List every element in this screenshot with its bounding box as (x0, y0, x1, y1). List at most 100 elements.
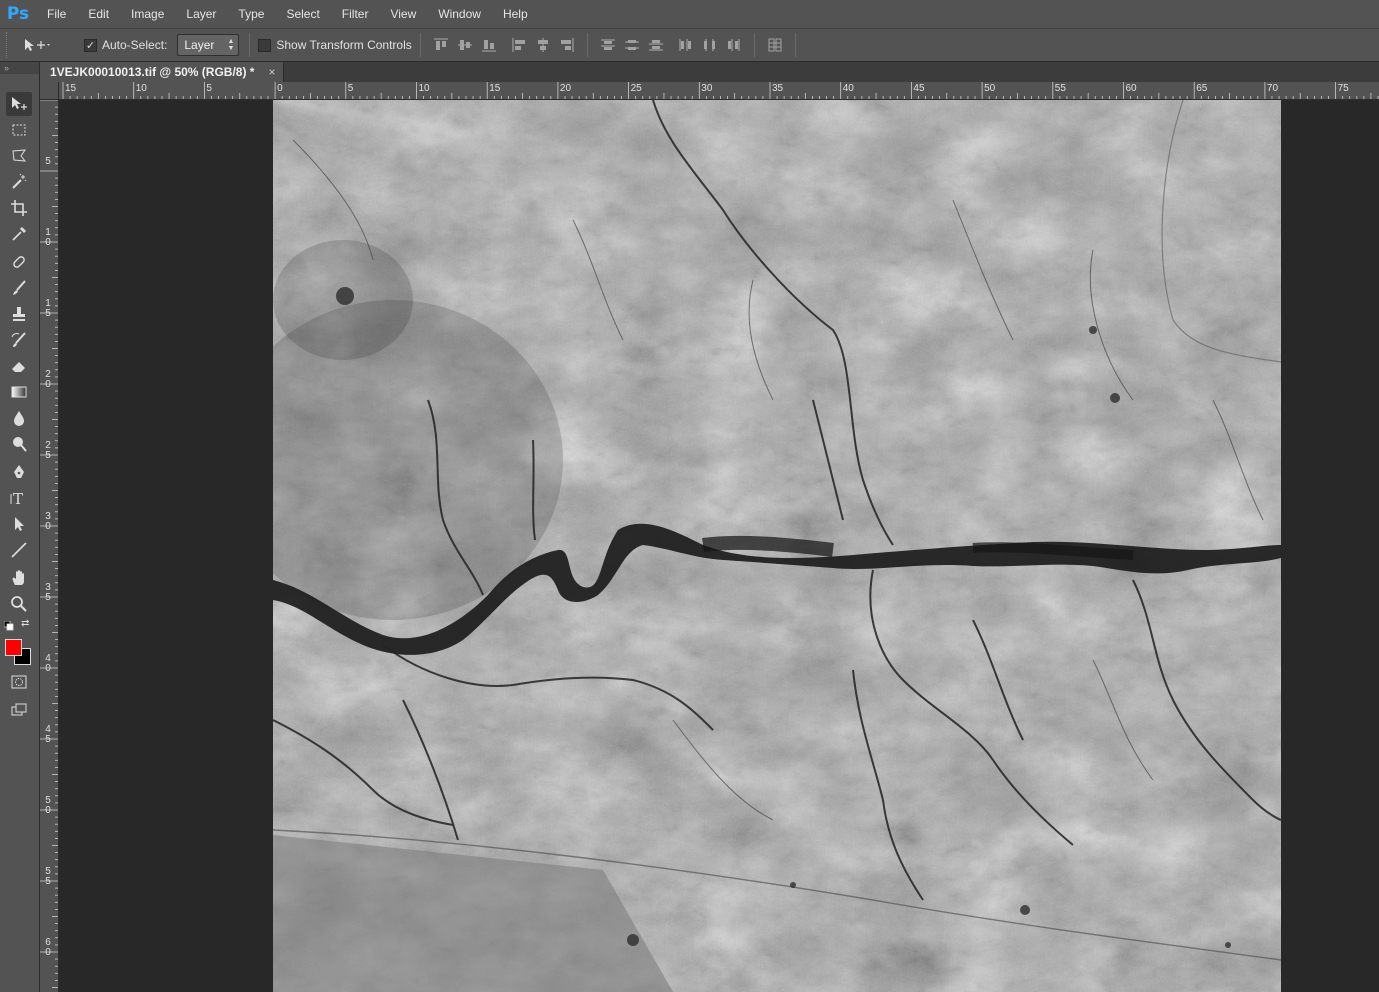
ruler-label: 40 (45, 653, 51, 674)
ruler-label: 15 (489, 83, 501, 94)
auto-select-checkbox[interactable]: ✓ (84, 38, 97, 52)
menu-edit[interactable]: Edit (77, 0, 120, 28)
move-icon[interactable] (6, 92, 32, 116)
distribute-bottom-edges-icon[interactable] (644, 34, 668, 56)
healing-brush-icon[interactable] (6, 250, 32, 274)
tools-panel: » T ⇄ (0, 62, 40, 992)
menu-help[interactable]: Help (492, 0, 539, 28)
path-selection-icon[interactable] (6, 512, 32, 536)
screen-mode-icon[interactable] (6, 698, 32, 722)
vertical-ruler[interactable]: 5 10 15 20 25 30 35 40 45 50 55 60 (40, 100, 59, 992)
options-divider (586, 33, 588, 57)
move-tool-preset-icon (25, 39, 50, 51)
align-left-edges-icon[interactable] (507, 34, 531, 56)
ruler-label: 30 (701, 83, 713, 94)
ruler-label: 10 (45, 227, 51, 248)
hand-icon[interactable] (6, 566, 32, 590)
ruler-label: 45 (45, 724, 51, 745)
magic-wand-icon[interactable] (6, 170, 32, 194)
ruler-label: 5 (206, 83, 212, 94)
ruler-label: 35 (772, 83, 784, 94)
blur-icon[interactable] (6, 406, 32, 430)
brush-icon[interactable] (6, 276, 32, 300)
type-icon[interactable]: T (6, 486, 32, 510)
ruler-label: 55 (45, 866, 51, 887)
auto-align-layers-icon[interactable] (763, 34, 787, 56)
document-tab-title: 1VEJK00010013.tif @ 50% (RGB/8) * (50, 65, 255, 79)
options-divider (249, 33, 251, 57)
ruler-label: 65 (1196, 83, 1208, 94)
history-brush-icon[interactable] (6, 328, 32, 352)
auto-select-target-dropdown[interactable]: Layer ▲ ▼ (177, 34, 240, 56)
distribute-right-edges-icon[interactable] (722, 34, 746, 56)
crop-icon[interactable] (6, 196, 32, 220)
align-right-edges-icon[interactable] (555, 34, 579, 56)
menu-select[interactable]: Select (275, 0, 330, 28)
ruler-label: 20 (559, 83, 572, 94)
ruler-label: 70 (1266, 83, 1279, 94)
distribute-vertical-centers-icon[interactable] (620, 34, 644, 56)
ruler-label: 0 (277, 83, 283, 94)
menu-layer[interactable]: Layer (175, 0, 227, 28)
ruler-label: 20 (45, 369, 51, 390)
align-top-edges-icon[interactable] (429, 34, 453, 56)
options-divider (753, 33, 755, 57)
menu-bar: Ps File Edit Image Layer Type Select Fil… (0, 0, 1379, 28)
document-canvas[interactable] (273, 100, 1281, 992)
menu-image[interactable]: Image (120, 0, 175, 28)
aerial-terrain-image (273, 100, 1281, 992)
panel-collapse-icon[interactable]: » (0, 62, 39, 74)
auto-select-target-value: Layer (184, 38, 215, 52)
ruler-origin[interactable] (40, 82, 59, 100)
ruler-label: 30 (45, 511, 51, 532)
ruler-label: 50 (984, 83, 996, 94)
line-icon[interactable] (6, 538, 32, 562)
app-logo: Ps (6, 4, 30, 24)
show-transform-label: Show Transform Controls (276, 38, 412, 52)
ruler-label: 45 (913, 83, 925, 94)
align-horizontal-centers-icon[interactable] (531, 34, 555, 56)
foreground-color-swatch[interactable] (5, 639, 22, 656)
lasso-icon[interactable] (6, 144, 32, 168)
distribute-top-edges-icon[interactable] (596, 34, 620, 56)
show-transform-checkbox[interactable] (258, 38, 272, 52)
horizontal-ruler[interactable]: 15 10 5 0 5 10 15 20 25 30 35 40 45 50 55 60 65 70 75 (59, 82, 1379, 100)
gradient-icon[interactable] (6, 380, 32, 404)
default-colors-icon[interactable] (3, 620, 14, 631)
menu-window[interactable]: Window (427, 0, 492, 28)
options-bar-grip[interactable] (6, 32, 12, 58)
canvas-workspace[interactable] (59, 100, 1379, 992)
ruler-label: 10 (418, 83, 430, 94)
zoom-icon[interactable] (6, 592, 32, 616)
ruler-label: 35 (45, 582, 51, 603)
close-tab-icon[interactable]: × (268, 65, 275, 79)
ruler-label: 5 (45, 156, 51, 167)
ruler-label: 60 (1125, 83, 1137, 94)
menu-filter[interactable]: Filter (331, 0, 380, 28)
menu-view[interactable]: View (379, 0, 427, 28)
eraser-icon[interactable] (6, 354, 32, 378)
swap-colors-icon[interactable]: ⇄ (21, 618, 29, 629)
align-vertical-centers-icon[interactable] (453, 34, 477, 56)
ruler-label: 55 (1054, 83, 1066, 94)
eyedropper-icon[interactable] (6, 222, 32, 246)
options-divider (419, 33, 421, 57)
ruler-label: 60 (45, 937, 51, 958)
menu-file[interactable]: File (36, 0, 77, 28)
marquee-icon[interactable] (6, 118, 32, 142)
distribute-left-edges-icon[interactable] (674, 34, 698, 56)
ruler-label: 15 (65, 83, 77, 94)
pen-icon[interactable] (6, 460, 32, 484)
svg-text:T: T (13, 490, 23, 507)
options-divider (794, 33, 796, 57)
document-tab[interactable]: 1VEJK00010013.tif @ 50% (RGB/8) * × (40, 62, 285, 82)
menu-type[interactable]: Type (227, 0, 275, 28)
quick-mask-icon[interactable] (6, 670, 32, 694)
align-bottom-edges-icon[interactable] (477, 34, 501, 56)
clone-stamp-icon[interactable] (6, 302, 32, 326)
tool-preset-picker[interactable] (22, 37, 62, 53)
ruler-label: 15 (45, 298, 51, 319)
ruler-label: 25 (45, 440, 51, 461)
distribute-horizontal-centers-icon[interactable] (698, 34, 722, 56)
dodge-icon[interactable] (6, 432, 32, 456)
